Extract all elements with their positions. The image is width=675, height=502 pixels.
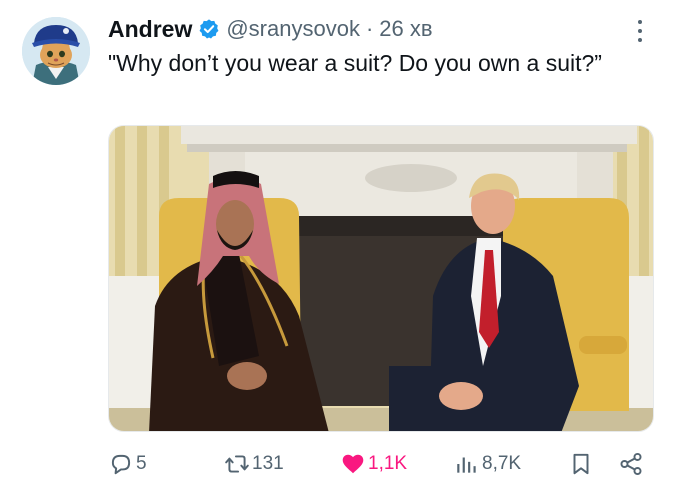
more-options-icon[interactable] bbox=[630, 18, 650, 44]
like-count: 1,1K bbox=[368, 453, 408, 474]
share-icon bbox=[618, 451, 644, 477]
heart-icon bbox=[340, 451, 366, 477]
like-button[interactable]: 1,1K bbox=[340, 449, 407, 479]
cat-avatar-icon bbox=[22, 17, 90, 85]
bookmark-icon bbox=[568, 451, 594, 477]
reply-button[interactable]: 5 bbox=[108, 449, 147, 479]
avatar[interactable] bbox=[22, 17, 90, 85]
bookmark-button[interactable] bbox=[568, 449, 596, 479]
verified-badge-icon bbox=[198, 18, 220, 40]
share-button[interactable] bbox=[618, 449, 646, 479]
views-icon bbox=[454, 451, 480, 477]
author-handle[interactable]: @sranysovok bbox=[226, 16, 360, 42]
header-separator: · bbox=[365, 16, 374, 41]
views-button[interactable]: 8,7K bbox=[454, 449, 521, 479]
tweet-timestamp[interactable]: 26 хв bbox=[379, 16, 432, 42]
tweet: Andrew @sranysovok · 26 хв "Why don’t yo… bbox=[0, 0, 675, 502]
tweet-text: "Why don’t you wear a suit? Do you own a… bbox=[108, 50, 602, 76]
tweet-image[interactable] bbox=[108, 125, 654, 432]
tweet-header: Andrew @sranysovok · 26 хв bbox=[108, 14, 433, 44]
author-name[interactable]: Andrew bbox=[108, 16, 192, 43]
repost-count: 131 bbox=[252, 453, 284, 474]
views-count: 8,7K bbox=[482, 453, 522, 474]
repost-button[interactable]: 131 bbox=[224, 449, 284, 479]
tweet-actions: 5 131 1,1K 8,7K bbox=[108, 449, 648, 479]
repost-icon bbox=[224, 451, 250, 477]
oval-office-photo bbox=[109, 126, 653, 431]
reply-count: 5 bbox=[136, 453, 147, 474]
reply-icon bbox=[108, 451, 134, 477]
